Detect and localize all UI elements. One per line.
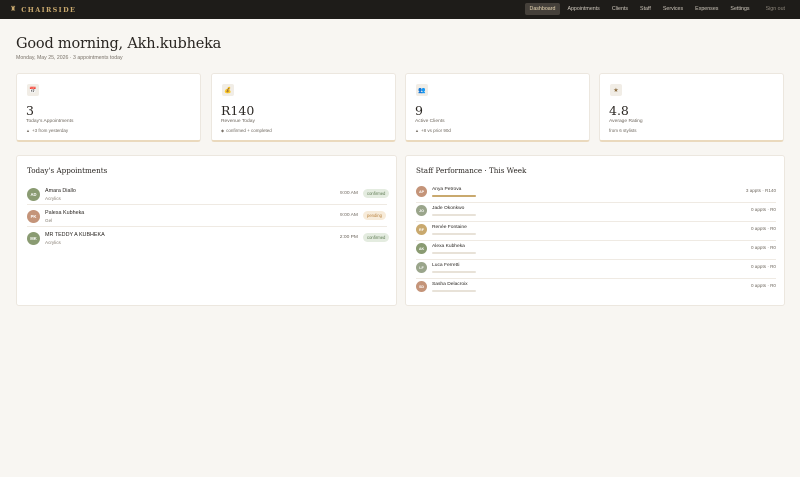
nav-services[interactable]: Services	[658, 3, 688, 15]
stat-card-appointments: 📅 3 Today's Appointments ▲ +3 from yester…	[16, 73, 201, 142]
nav-settings[interactable]: Settings	[725, 3, 754, 15]
service-name: Acrylics	[45, 240, 61, 245]
stat-sub-text: +3 from yesterday	[31, 128, 69, 133]
stat-value: R140	[221, 103, 255, 118]
performance-bar	[432, 214, 476, 216]
status-badge: pending	[363, 211, 386, 220]
calendar-icon: 📅	[27, 84, 39, 96]
stat-label: Revenue Today	[221, 119, 255, 124]
performance-bar-fill	[432, 195, 476, 197]
staff-name: Sasha Delacroix	[432, 282, 468, 287]
stat-card-revenue: 💰 R140 Revenue Today ◆ confirmed + comple…	[211, 73, 396, 142]
performance-bar	[432, 271, 476, 273]
avatar: AK	[416, 243, 427, 254]
nav-expenses[interactable]: Expenses	[690, 3, 723, 15]
stat-sub: ▲ +3 from yesterday	[26, 128, 68, 133]
diamond-icon: ◆	[221, 128, 225, 133]
service-name: Acrylics	[45, 196, 61, 201]
stat-value: 9	[415, 103, 423, 118]
date-summary: Monday, May 25, 2026 · 3 appointments to…	[16, 55, 123, 61]
money-bag-icon: 💰	[222, 84, 234, 96]
brand-logo[interactable]: ♜ CHAIRSIDE	[10, 6, 76, 14]
stat-sub: from 6 stylists	[609, 128, 637, 133]
nav-appointments[interactable]: Appointments	[562, 3, 604, 15]
appointment-row[interactable]: MK MR TEDDY A KUBHEKA Acrylics 2:00 PM c…	[27, 230, 390, 252]
staff-performance-panel: Staff Performance · This Week AP Anya Pe…	[405, 155, 785, 306]
performance-bar	[432, 290, 476, 292]
client-name: Amara Diallo	[45, 188, 76, 194]
performance-bar	[432, 233, 476, 235]
stat-sub-text: +8 vs prior 90d	[420, 128, 451, 133]
avatar: RF	[416, 224, 427, 235]
nav-staff[interactable]: Staff	[635, 3, 656, 15]
performance-bar	[432, 252, 476, 254]
stat-value: 4.8	[609, 103, 629, 118]
performance-bar	[432, 195, 476, 197]
appointment-time: 9:00 AM	[340, 213, 358, 218]
staff-name: Luca Ferretti	[432, 263, 460, 268]
trend-up-icon: ▲	[26, 128, 30, 133]
row-divider	[416, 278, 776, 279]
stat-value: 3	[26, 103, 34, 118]
row-divider	[416, 240, 776, 241]
staff-row[interactable]: SD Sasha Delacroix 0 appts · R0	[416, 281, 776, 300]
appointment-time: 2:00 PM	[339, 235, 358, 240]
brand-name: CHAIRSIDE	[21, 5, 77, 14]
client-name: MR TEDDY A KUBHEKA	[45, 232, 105, 238]
staff-name: Renée Fontaine	[432, 225, 467, 230]
row-divider	[27, 204, 387, 205]
stat-label: Today's Appointments	[26, 119, 74, 124]
top-nav-bar: ♜ CHAIRSIDE Dashboard Appointments Clien…	[0, 0, 800, 19]
stat-label: Average Rating	[609, 119, 643, 124]
row-divider	[416, 202, 776, 203]
panel-title: Today's Appointments	[27, 166, 108, 175]
staff-stats: 0 appts · R0	[750, 283, 776, 288]
row-divider	[416, 259, 776, 260]
status-badge: confirmed	[363, 233, 390, 242]
trend-up-icon: ▲	[415, 128, 419, 133]
avatar: LF	[416, 262, 427, 273]
row-divider	[27, 226, 387, 227]
service-name: Gel	[45, 218, 53, 223]
avatar: AP	[416, 186, 427, 197]
avatar: JO	[416, 205, 427, 216]
panel-title: Staff Performance · This Week	[416, 166, 527, 175]
staff-stats: 3 appts · R140	[745, 188, 776, 193]
appointment-time: 9:00 AM	[340, 191, 358, 196]
stat-sub: ◆ confirmed + completed	[221, 128, 272, 133]
people-icon: 👥	[416, 84, 428, 96]
stat-card-clients: 👥 9 Active Clients ▲ +8 vs prior 90d	[405, 73, 590, 142]
stat-label: Active Clients	[415, 119, 445, 124]
staff-name: Jade Okonkwo	[432, 206, 465, 211]
stat-card-rating: ★ 4.8 Average Rating from 6 stylists	[599, 73, 784, 142]
client-name: Palesa Kubheka	[45, 210, 85, 216]
avatar: MK	[27, 232, 40, 245]
chair-icon: ♜	[10, 6, 17, 13]
staff-stats: 0 appts · R0	[750, 245, 776, 250]
staff-name: Anya Petrova	[432, 187, 462, 192]
sign-out-link[interactable]: Sign out	[761, 3, 790, 15]
stat-sub-text: confirmed + completed	[226, 128, 272, 133]
avatar: PK	[27, 210, 40, 223]
star-icon: ★	[610, 84, 622, 96]
status-badge: confirmed	[363, 189, 390, 198]
staff-stats: 0 appts · R0	[750, 226, 776, 231]
staff-stats: 0 appts · R0	[750, 207, 776, 212]
page-greeting: Good morning, Akh.kubheka	[16, 36, 222, 52]
stat-sub-text: from 6 stylists	[609, 128, 637, 133]
staff-stats: 0 appts · R0	[750, 264, 776, 269]
avatar: SD	[416, 281, 427, 292]
main-nav: Dashboard Appointments Clients Staff Ser…	[523, 3, 790, 15]
avatar: AD	[27, 188, 40, 201]
nav-dashboard[interactable]: Dashboard	[524, 3, 561, 15]
row-divider	[416, 221, 776, 222]
todays-appointments-panel: Today's Appointments AD Amara Diallo Acr…	[16, 155, 397, 306]
staff-name: Alexa Kubheka	[432, 244, 465, 249]
nav-clients[interactable]: Clients	[607, 3, 633, 15]
stat-sub: ▲ +8 vs prior 90d	[415, 128, 451, 133]
